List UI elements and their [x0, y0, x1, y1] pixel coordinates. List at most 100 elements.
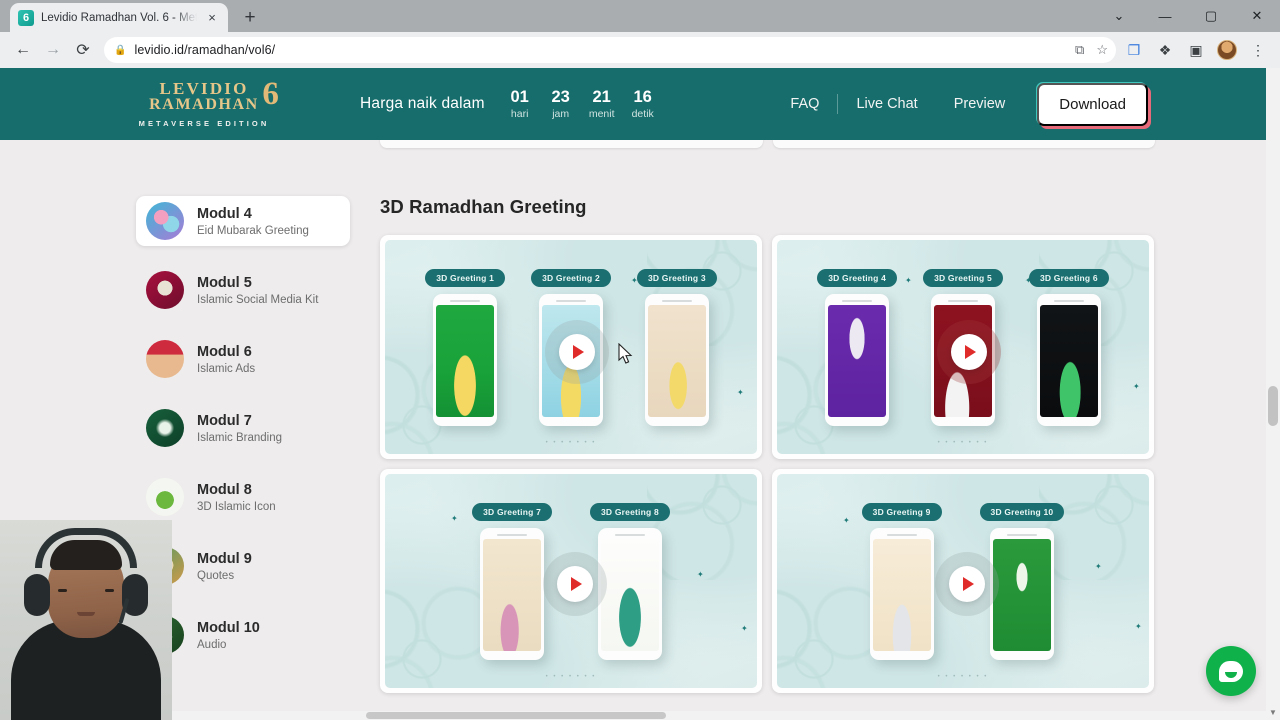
phone-slot[interactable]: 3D Greeting 8: [590, 502, 670, 660]
maximize-icon[interactable]: ▢: [1188, 0, 1234, 32]
window-close-icon[interactable]: ✕: [1234, 0, 1280, 32]
tab-title: Levidio Ramadhan Vol. 6 - Meta: [41, 11, 197, 24]
bookmark-icon[interactable]: ☆: [1096, 42, 1108, 58]
greeting-label: 3D Greeting 8: [590, 502, 670, 521]
video-card[interactable]: ✦ ✦ ✦ 3D Greeting 9 3D Greeting 10 • • •…: [772, 469, 1154, 693]
translate-icon[interactable]: ❐: [1124, 40, 1144, 60]
phone-mockup: [1036, 293, 1101, 426]
horizontal-scrollbar-thumb[interactable]: [366, 712, 666, 719]
site-logo[interactable]: LEVIDIO RAMADHAN 6 METAVERSE EDITION: [124, 76, 284, 129]
phone-slot[interactable]: 3D Greeting 6: [1028, 268, 1109, 426]
module-thumbnail-icon: [146, 202, 184, 240]
nav-link-preview[interactable]: Preview: [936, 96, 1024, 112]
back-icon[interactable]: ←: [8, 35, 38, 65]
module-thumbnail-icon: [146, 271, 184, 309]
phone-slot[interactable]: 3D Greeting 3: [636, 268, 717, 426]
phone-screen: [483, 538, 542, 651]
nav-link-faq[interactable]: FAQ: [772, 96, 837, 112]
module-text: Modul 5 Islamic Social Media Kit: [197, 274, 318, 306]
phone-slot[interactable]: 3D Greeting 10: [979, 502, 1065, 660]
download-button[interactable]: Download: [1037, 82, 1148, 126]
chat-bubble-icon: [1219, 660, 1243, 682]
module-subtitle: Islamic Social Media Kit: [197, 294, 319, 307]
phone-mockup: [989, 527, 1054, 660]
play-button[interactable]: [559, 334, 595, 370]
sidebar-item-modul-5[interactable]: Modul 5 Islamic Social Media Kit: [136, 265, 350, 315]
greeting-label: 3D Greeting 10: [979, 502, 1065, 521]
countdown-seconds: 16 detik: [630, 88, 656, 119]
browser-tab[interactable]: 6 Levidio Ramadhan Vol. 6 - Meta ×: [10, 3, 228, 32]
module-subtitle: Audio: [197, 639, 227, 652]
profile-avatar[interactable]: [1217, 40, 1237, 60]
address-bar[interactable]: 🔒 levidio.id/ramadhan/vol6/ ⧉ ☆: [104, 37, 1116, 63]
countdown-seconds-value: 16: [633, 88, 652, 107]
extensions-icon[interactable]: ❖: [1155, 40, 1175, 60]
logo-edition: METAVERSE EDITION: [138, 119, 270, 129]
phone-notch: [1006, 533, 1037, 536]
sidebar-item-modul-7[interactable]: Modul 7 Islamic Branding: [136, 403, 350, 453]
nav-link-live-chat[interactable]: Live Chat: [838, 96, 935, 112]
scrollbar-thumb[interactable]: [1268, 386, 1278, 426]
video-card[interactable]: ✦ ✦ ✦ 3D Greeting 1: [380, 235, 762, 459]
webcam-overlay: [0, 520, 172, 720]
module-title: Modul 5: [197, 274, 252, 291]
site-header: LEVIDIO RAMADHAN 6 METAVERSE EDITION Har…: [0, 68, 1266, 140]
module-text: Modul 4 Eid Mubarak Greeting: [197, 205, 309, 237]
browser-toolbar: ← → ⟳ 🔒 levidio.id/ramadhan/vol6/ ⧉ ☆ ❐ …: [0, 32, 1280, 68]
play-button[interactable]: [557, 566, 593, 602]
sidebar-item-modul-6[interactable]: Modul 6 Islamic Ads: [136, 334, 350, 384]
phone-slot[interactable]: 3D Greeting 9: [861, 502, 942, 660]
tab-favicon-icon: 6: [18, 9, 34, 26]
chat-widget-button[interactable]: [1206, 646, 1256, 696]
video-card-inner: ✦ ✦ ✦ 3D Greeting 4 3D Greeting 5 3D Gre…: [777, 240, 1149, 454]
module-subtitle: 3D Islamic Icon: [197, 501, 276, 514]
greeting-label: 3D Greeting 6: [1028, 268, 1109, 287]
phone-mockup: [825, 293, 890, 426]
greeting-label: 3D Greeting 3: [636, 268, 717, 287]
phone-slot[interactable]: 3D Greeting 4: [817, 268, 898, 426]
countdown-hours: 23 jam: [548, 88, 574, 119]
module-title: Modul 7: [197, 412, 252, 429]
module-title: Modul 4: [197, 205, 252, 222]
video-card[interactable]: ✦ ✦ ✦ 3D Greeting 4 3D Greeting 5 3D Gre…: [772, 235, 1154, 459]
horizontal-scrollbar[interactable]: [0, 711, 1266, 720]
menu-icon[interactable]: ⋮: [1248, 40, 1268, 60]
countdown-label: Harga naik dalam: [360, 95, 485, 112]
forward-icon[interactable]: →: [38, 35, 68, 65]
video-card-inner: ✦ ✦ ✦ 3D Greeting 9 3D Greeting 10 • • •…: [777, 474, 1149, 688]
headphone-cup-left-icon: [24, 574, 50, 616]
page-viewport: Modul 4 Eid Mubarak Greeting Modul 5 Isl…: [0, 68, 1280, 720]
module-text: Modul 9 Quotes: [197, 550, 252, 582]
minimize-icon[interactable]: —: [1142, 0, 1188, 32]
countdown-timer: 01 hari 23 jam 21 menit 16 detik: [507, 88, 656, 119]
close-icon[interactable]: ×: [204, 10, 220, 26]
phone-screen: [647, 304, 706, 417]
share-icon[interactable]: ⧉: [1075, 42, 1084, 58]
sidepanel-icon[interactable]: ▣: [1186, 40, 1206, 60]
scroll-down-arrow-icon[interactable]: ▼: [1269, 708, 1277, 717]
url-text: levidio.id/ramadhan/vol6/: [134, 43, 276, 57]
video-card[interactable]: ✦ ✦ ✦ 3D Greeting 7 3D Greeting 8 • • • …: [380, 469, 762, 693]
sidebar-item-modul-8[interactable]: Modul 8 3D Islamic Icon: [136, 472, 350, 522]
play-button[interactable]: [949, 566, 985, 602]
phone-screen: [872, 538, 931, 651]
phone-mockup: [480, 527, 545, 660]
play-button[interactable]: [951, 334, 987, 370]
page-scrollbar[interactable]: ▼: [1266, 68, 1280, 720]
phone-mockup: [644, 293, 709, 426]
greeting-label: 3D Greeting 2: [531, 268, 611, 287]
omnibox-actions: ⧉ ☆: [1075, 42, 1108, 58]
chevron-down-icon[interactable]: ⌄: [1096, 0, 1142, 32]
module-thumbnail-icon: [146, 409, 184, 447]
header-nav: FAQ Live Chat Preview Download: [772, 82, 1266, 126]
reload-icon[interactable]: ⟳: [68, 35, 98, 65]
phone-slot[interactable]: 3D Greeting 7: [472, 502, 552, 660]
module-title: Modul 6: [197, 343, 252, 360]
sidebar-item-modul-4[interactable]: Modul 4 Eid Mubarak Greeting: [136, 196, 350, 246]
phone-notch: [556, 299, 586, 302]
countdown-minutes-value: 21: [592, 88, 611, 107]
new-tab-button[interactable]: +: [236, 3, 264, 31]
module-text: Modul 6 Islamic Ads: [197, 343, 255, 375]
phone-slot[interactable]: 3D Greeting 1: [425, 268, 506, 426]
watermark: • • • • • • •: [937, 440, 989, 446]
